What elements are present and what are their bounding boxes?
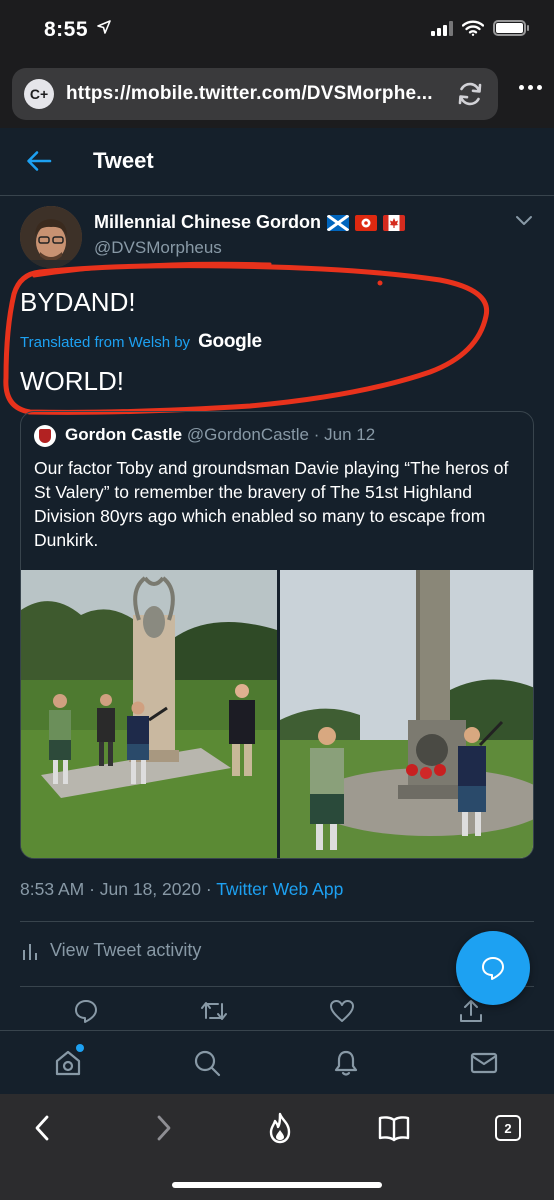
browser-forward-button[interactable]	[142, 1106, 186, 1150]
author-name[interactable]: Millennial Chinese Gordon	[94, 212, 406, 233]
browser-top-chrome: 8:55 C+ https://mobile.twitter.com/DVSMo…	[0, 0, 554, 128]
page-title: Tweet	[93, 148, 154, 173]
tweet-date-time: 8:53 AM · Jun 18, 2020 ·	[20, 879, 217, 899]
browser-fire-button[interactable]	[258, 1106, 302, 1150]
nav-messages[interactable]	[466, 1045, 502, 1081]
cellular-signal-icon	[431, 20, 453, 36]
scotland-flag-icon	[327, 214, 350, 231]
hong-kong-flag-icon	[355, 214, 378, 231]
status-icons	[431, 20, 529, 36]
quoted-tweet-header: Gordon Castle @GordonCastle · Jun 12	[65, 425, 375, 445]
home-indicator	[172, 1182, 382, 1188]
wifi-icon	[462, 20, 484, 36]
browser-extension-icon[interactable]: C+	[24, 79, 54, 109]
bell-icon	[334, 1050, 358, 1076]
browser-back-button[interactable]	[20, 1106, 64, 1150]
nav-notifications[interactable]	[328, 1045, 364, 1081]
like-heart-icon[interactable]	[329, 998, 355, 1024]
flame-icon	[269, 1112, 291, 1144]
author-display-name[interactable]: Millennial Chinese Gordon	[94, 212, 321, 233]
author-avatar[interactable]	[20, 206, 82, 268]
quoted-tweet-card[interactable]: Gordon Castle @GordonCastle · Jun 12 Our…	[20, 411, 534, 859]
battery-icon	[493, 20, 529, 36]
status-time: 8:55	[44, 18, 89, 41]
quoted-author-name: Gordon Castle	[65, 425, 183, 444]
twitter-bottom-nav	[0, 1030, 554, 1094]
chevron-left-icon	[35, 1115, 49, 1141]
google-logo: Google	[198, 331, 262, 352]
home-icon	[55, 1050, 81, 1076]
reload-icon[interactable]	[450, 74, 490, 114]
translated-label[interactable]: Translated from Welsh by	[20, 334, 190, 351]
quoted-tweet-date: · Jun 12	[309, 425, 376, 444]
url-text[interactable]: https://mobile.twitter.com/DVSMorphe...	[66, 83, 450, 105]
view-tweet-activity[interactable]: View Tweet activity	[22, 940, 201, 961]
book-icon	[378, 1116, 410, 1142]
tweet-actions	[0, 998, 554, 1028]
author-handle[interactable]: @DVSMorpheus	[94, 238, 222, 258]
canada-flag-icon	[383, 214, 406, 231]
nav-home[interactable]	[50, 1044, 86, 1081]
reply-icon[interactable]	[73, 998, 99, 1024]
browser-tabs-button[interactable]: 2	[486, 1106, 530, 1150]
photo-memorial-stag[interactable]	[21, 570, 277, 858]
back-arrow-icon[interactable]	[26, 149, 52, 173]
tweet-page-header: Tweet	[0, 128, 554, 196]
quoted-author-handle: @GordonCastle	[186, 425, 310, 444]
chevron-down-icon[interactable]	[514, 213, 534, 227]
address-bar[interactable]: C+ https://mobile.twitter.com/DVSMorphe.…	[12, 68, 498, 120]
tweet-text-line-1: BYDAND!	[20, 287, 136, 317]
analytics-icon	[23, 943, 37, 960]
retweet-icon[interactable]	[200, 998, 228, 1024]
quoted-tweet-text: Our factor Toby and groundsman Davie pla…	[34, 458, 509, 550]
quoted-author-avatar	[34, 425, 56, 447]
search-icon	[194, 1050, 221, 1077]
status-bar: 8:55	[0, 0, 554, 62]
nav-search[interactable]	[189, 1045, 225, 1081]
divider	[20, 986, 534, 987]
mail-icon	[470, 1052, 498, 1074]
divider	[20, 921, 534, 922]
browser-bookmarks-button[interactable]	[372, 1106, 416, 1150]
location-arrow-icon	[97, 20, 111, 34]
chevron-right-icon	[157, 1115, 171, 1141]
tweet-timestamp: 8:53 AM · Jun 18, 2020 · Twitter Web App	[20, 879, 343, 900]
translation-attribution[interactable]: Translated from Welsh by Google	[20, 331, 262, 353]
photo-column-pipers[interactable]	[279, 570, 533, 858]
notification-dot	[76, 1044, 84, 1052]
compose-reply-button[interactable]	[456, 931, 530, 1005]
compose-chat-icon	[482, 957, 504, 980]
view-tweet-activity-label[interactable]: View Tweet activity	[50, 940, 201, 961]
tweet-text-line-2: WORLD!	[20, 366, 124, 396]
tweet-source-link[interactable]: Twitter Web App	[216, 879, 343, 899]
more-menu-icon[interactable]	[519, 85, 542, 90]
tab-count: 2	[495, 1115, 521, 1141]
quoted-tweet-media[interactable]	[21, 570, 533, 858]
